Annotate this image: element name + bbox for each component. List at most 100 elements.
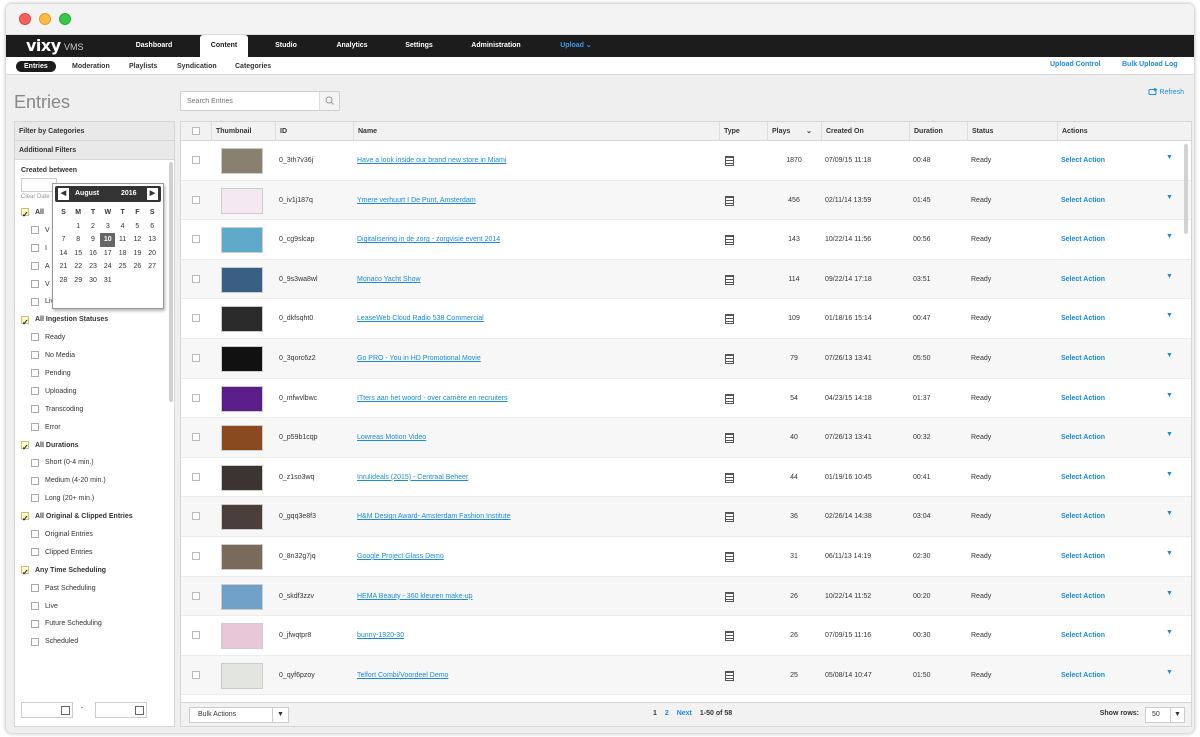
column-status[interactable]: Status xyxy=(967,122,1057,141)
calendar-day[interactable]: 8 xyxy=(71,233,86,247)
subnav-moderation[interactable]: Moderation xyxy=(72,61,110,72)
thumbnail-image[interactable] xyxy=(221,504,263,531)
checkbox-icon[interactable] xyxy=(31,619,39,628)
calendar-day[interactable]: 26 xyxy=(130,260,145,274)
checkbox-icon[interactable] xyxy=(21,206,29,224)
thumbnail-image[interactable] xyxy=(221,464,263,491)
entry-name-link[interactable]: HEMA Beauty - 360 kleuren make-up xyxy=(353,577,719,616)
entry-name-link[interactable]: Go PRO - You in HD Promotional Movie xyxy=(353,339,719,378)
minimize-window-button[interactable] xyxy=(39,13,51,25)
chevron-down-icon[interactable]: ▼ xyxy=(1166,550,1173,557)
thumbnail-image[interactable] xyxy=(221,266,263,293)
filter-item[interactable]: Clipped Entries xyxy=(21,544,168,562)
entry-name-link[interactable]: Have a look inside our brand new store i… xyxy=(353,141,719,180)
search-button[interactable] xyxy=(319,92,339,110)
entry-name-link[interactable]: bunny-1920-30 xyxy=(353,616,719,655)
calendar-day[interactable]: 13 xyxy=(145,233,160,247)
date-to-field[interactable] xyxy=(95,702,147,718)
row-checkbox[interactable] xyxy=(192,353,200,362)
calendar-day[interactable]: 5 xyxy=(130,220,145,234)
calendar-day[interactable]: 30 xyxy=(86,274,101,288)
row-checkbox[interactable] xyxy=(192,670,200,679)
thumbnail-image[interactable] xyxy=(221,425,263,452)
chevron-down-icon[interactable]: ▼ xyxy=(1166,273,1173,280)
filter-item[interactable]: Ready xyxy=(21,329,168,347)
select-action-button[interactable]: Select Action xyxy=(1057,379,1157,418)
checkbox-icon[interactable] xyxy=(31,369,39,378)
table-row[interactable]: 0_iv1j187q Ymere verhuurt I De Punt, Amst… xyxy=(181,180,1191,221)
filter-item[interactable]: No Media xyxy=(21,347,168,365)
chevron-down-icon[interactable]: ▼ xyxy=(1166,669,1173,676)
select-action-button[interactable]: Select Action xyxy=(1057,616,1157,655)
nav-analytics[interactable]: Analytics xyxy=(326,35,378,57)
checkbox-icon[interactable] xyxy=(31,637,39,646)
bulk-upload-log-link[interactable]: Bulk Upload Log xyxy=(1122,61,1178,68)
select-action-button[interactable]: Select Action xyxy=(1057,299,1157,338)
calendar-day[interactable]: 3 xyxy=(100,220,115,234)
checkbox-icon[interactable] xyxy=(31,297,39,306)
entry-name-link[interactable]: Inrulideals (2015) - Centraal Beheer xyxy=(353,458,719,497)
chevron-down-icon[interactable]: ▼ xyxy=(1166,154,1173,161)
checkbox-icon[interactable] xyxy=(31,422,39,431)
page-2-link[interactable]: 2 xyxy=(665,710,669,717)
nav-administration[interactable]: Administration xyxy=(462,35,530,57)
filter-item[interactable]: Long (20+ min.) xyxy=(21,490,168,508)
chevron-down-icon[interactable]: ▼ xyxy=(1166,590,1173,597)
additional-filters-header[interactable]: Additional Filters xyxy=(15,141,174,160)
calendar-day[interactable]: 14 xyxy=(56,247,71,261)
calendar-day[interactable]: 10 xyxy=(100,233,116,247)
table-row[interactable]: 0_dkfsqht0 LeaseWeb Cloud Radio 538 Comme… xyxy=(181,299,1191,339)
entry-name-link[interactable]: Digitalisering in de zorg - zorgvisie ev… xyxy=(353,220,719,259)
calendar-day[interactable]: 31 xyxy=(100,274,115,288)
thumbnail-image[interactable] xyxy=(221,306,263,333)
select-action-button[interactable]: Select Action xyxy=(1057,220,1157,259)
filter-item[interactable]: Scheduled xyxy=(21,633,168,651)
checkbox-icon[interactable] xyxy=(21,314,29,331)
checkbox-icon[interactable] xyxy=(31,261,39,270)
table-row[interactable]: 0_3qorc6z2 Go PRO - You in HD Promotional… xyxy=(181,338,1191,379)
checkbox-icon[interactable] xyxy=(31,333,39,342)
chevron-down-icon[interactable]: ▼ xyxy=(1166,392,1173,399)
table-row[interactable]: 0_gqq3e8f3 H&M Design Award- Amsterdam Fa… xyxy=(181,497,1191,537)
column-name[interactable]: Name xyxy=(353,122,719,141)
row-checkbox[interactable] xyxy=(192,156,200,164)
row-checkbox[interactable] xyxy=(192,235,200,244)
chevron-down-icon[interactable]: ▼ xyxy=(1166,629,1173,636)
thumbnail-image[interactable] xyxy=(221,583,263,610)
table-row[interactable]: 0_cg9slcap Digitalisering in de zorg - zo… xyxy=(181,220,1191,260)
calendar-day[interactable]: 17 xyxy=(100,247,115,261)
chevron-down-icon[interactable]: ▼ xyxy=(1166,312,1173,319)
select-all-checkbox[interactable] xyxy=(192,127,200,135)
zoom-window-button[interactable] xyxy=(59,13,71,25)
calendar-day[interactable]: 11 xyxy=(115,233,130,247)
entry-name-link[interactable]: Telfort Combi/Voordeel Demo xyxy=(353,656,719,695)
upload-control-link[interactable]: Upload Control xyxy=(1050,61,1101,68)
nav-content[interactable]: Content xyxy=(200,35,248,57)
subnav-categories[interactable]: Categories xyxy=(235,61,271,72)
filter-by-categories-header[interactable]: Filter by Categories xyxy=(15,122,174,141)
thumbnail-image[interactable] xyxy=(221,345,263,372)
next-month-icon[interactable]: ▶ xyxy=(147,188,158,200)
table-row[interactable]: 0_skdf3zzv HEMA Beauty - 360 kleuren make… xyxy=(181,576,1191,617)
entry-name-link[interactable]: Lowreas Motion Video xyxy=(353,418,719,457)
select-action-button[interactable]: Select Action xyxy=(1057,577,1157,616)
table-scrollbar[interactable] xyxy=(1184,144,1188,234)
page-1-link[interactable]: 1 xyxy=(653,710,657,717)
row-checkbox[interactable] xyxy=(192,591,200,600)
calendar-day[interactable]: 15 xyxy=(71,247,86,261)
filter-item[interactable]: Uploading xyxy=(21,383,168,401)
column-duration[interactable]: Duration xyxy=(909,122,967,141)
table-row[interactable]: 0_qyf6pzoy Telfort Combi/Voordeel Demo 25 0… xyxy=(181,655,1191,696)
chevron-down-icon[interactable]: ▼ xyxy=(1166,194,1173,201)
checkbox-icon[interactable] xyxy=(31,243,39,252)
row-checkbox[interactable] xyxy=(192,393,200,402)
column-plays[interactable]: Plays ⌄ xyxy=(767,122,821,141)
subnav-playlists[interactable]: Playlists xyxy=(129,61,157,72)
filter-item[interactable]: Original Entries xyxy=(21,526,168,544)
calendar-day[interactable]: 28 xyxy=(56,274,71,288)
subnav-entries[interactable]: Entries xyxy=(16,61,56,72)
select-action-button[interactable]: Select Action xyxy=(1057,497,1157,536)
show-rows-select[interactable]: 50 ▼ xyxy=(1145,707,1185,723)
filter-item[interactable]: Transcoding xyxy=(21,401,168,419)
column-type[interactable]: Type xyxy=(719,122,767,141)
